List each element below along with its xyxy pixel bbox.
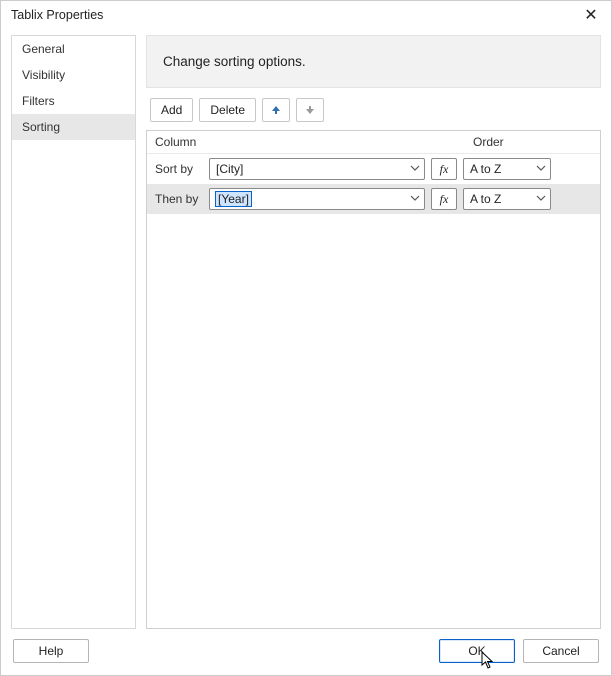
add-button[interactable]: Add (150, 98, 193, 122)
sort-grid: Column Order Sort by [City] fx (146, 130, 601, 629)
ok-button[interactable]: OK (439, 639, 515, 663)
dialog-footer: Help OK Cancel (1, 629, 611, 675)
nav-item-sorting[interactable]: Sorting (12, 114, 135, 140)
order-dropdown-value: A to Z (470, 162, 501, 176)
panel-heading: Change sorting options. (146, 35, 601, 88)
nav-item-general[interactable]: General (12, 36, 135, 62)
main-panel: Change sorting options. Add Delete C (146, 35, 601, 629)
help-button[interactable]: Help (13, 639, 89, 663)
delete-button[interactable]: Delete (199, 98, 256, 122)
column-dropdown-value: [Year] (216, 192, 251, 206)
order-dropdown-value: A to Z (470, 192, 501, 206)
order-dropdown[interactable]: A to Z (463, 188, 551, 210)
sort-row[interactable]: Sort by [City] fx A to Z (147, 154, 600, 184)
expression-button[interactable]: fx (431, 188, 457, 210)
column-dropdown[interactable]: [Year] (209, 188, 425, 210)
close-icon[interactable]: ✕ (579, 5, 603, 25)
nav-item-filters[interactable]: Filters (12, 88, 135, 114)
chevron-down-icon (536, 162, 546, 176)
column-header-order: Order (473, 135, 594, 149)
grid-rows: Sort by [City] fx A to Z (147, 154, 600, 628)
arrow-up-icon (271, 105, 281, 115)
chevron-down-icon (410, 192, 420, 206)
arrow-down-icon (305, 105, 315, 115)
tablix-properties-dialog: Tablix Properties ✕ General Visibility F… (0, 0, 612, 676)
grid-headers: Column Order (147, 131, 600, 154)
move-up-button[interactable] (262, 98, 290, 122)
nav-item-visibility[interactable]: Visibility (12, 62, 135, 88)
row-label: Then by (155, 192, 203, 206)
grid-toolbar: Add Delete (146, 88, 601, 130)
sort-row[interactable]: Then by [Year] fx A to Z (147, 184, 600, 214)
order-dropdown[interactable]: A to Z (463, 158, 551, 180)
titlebar: Tablix Properties ✕ (1, 1, 611, 31)
column-dropdown-value: [City] (216, 162, 243, 176)
column-header-column: Column (155, 135, 473, 149)
column-dropdown[interactable]: [City] (209, 158, 425, 180)
chevron-down-icon (410, 162, 420, 176)
chevron-down-icon (536, 192, 546, 206)
move-down-button[interactable] (296, 98, 324, 122)
cancel-button[interactable]: Cancel (523, 639, 599, 663)
row-label: Sort by (155, 162, 203, 176)
nav-panel: General Visibility Filters Sorting (11, 35, 136, 629)
expression-button[interactable]: fx (431, 158, 457, 180)
dialog-title: Tablix Properties (11, 8, 103, 22)
dialog-body: General Visibility Filters Sorting Chang… (1, 31, 611, 629)
